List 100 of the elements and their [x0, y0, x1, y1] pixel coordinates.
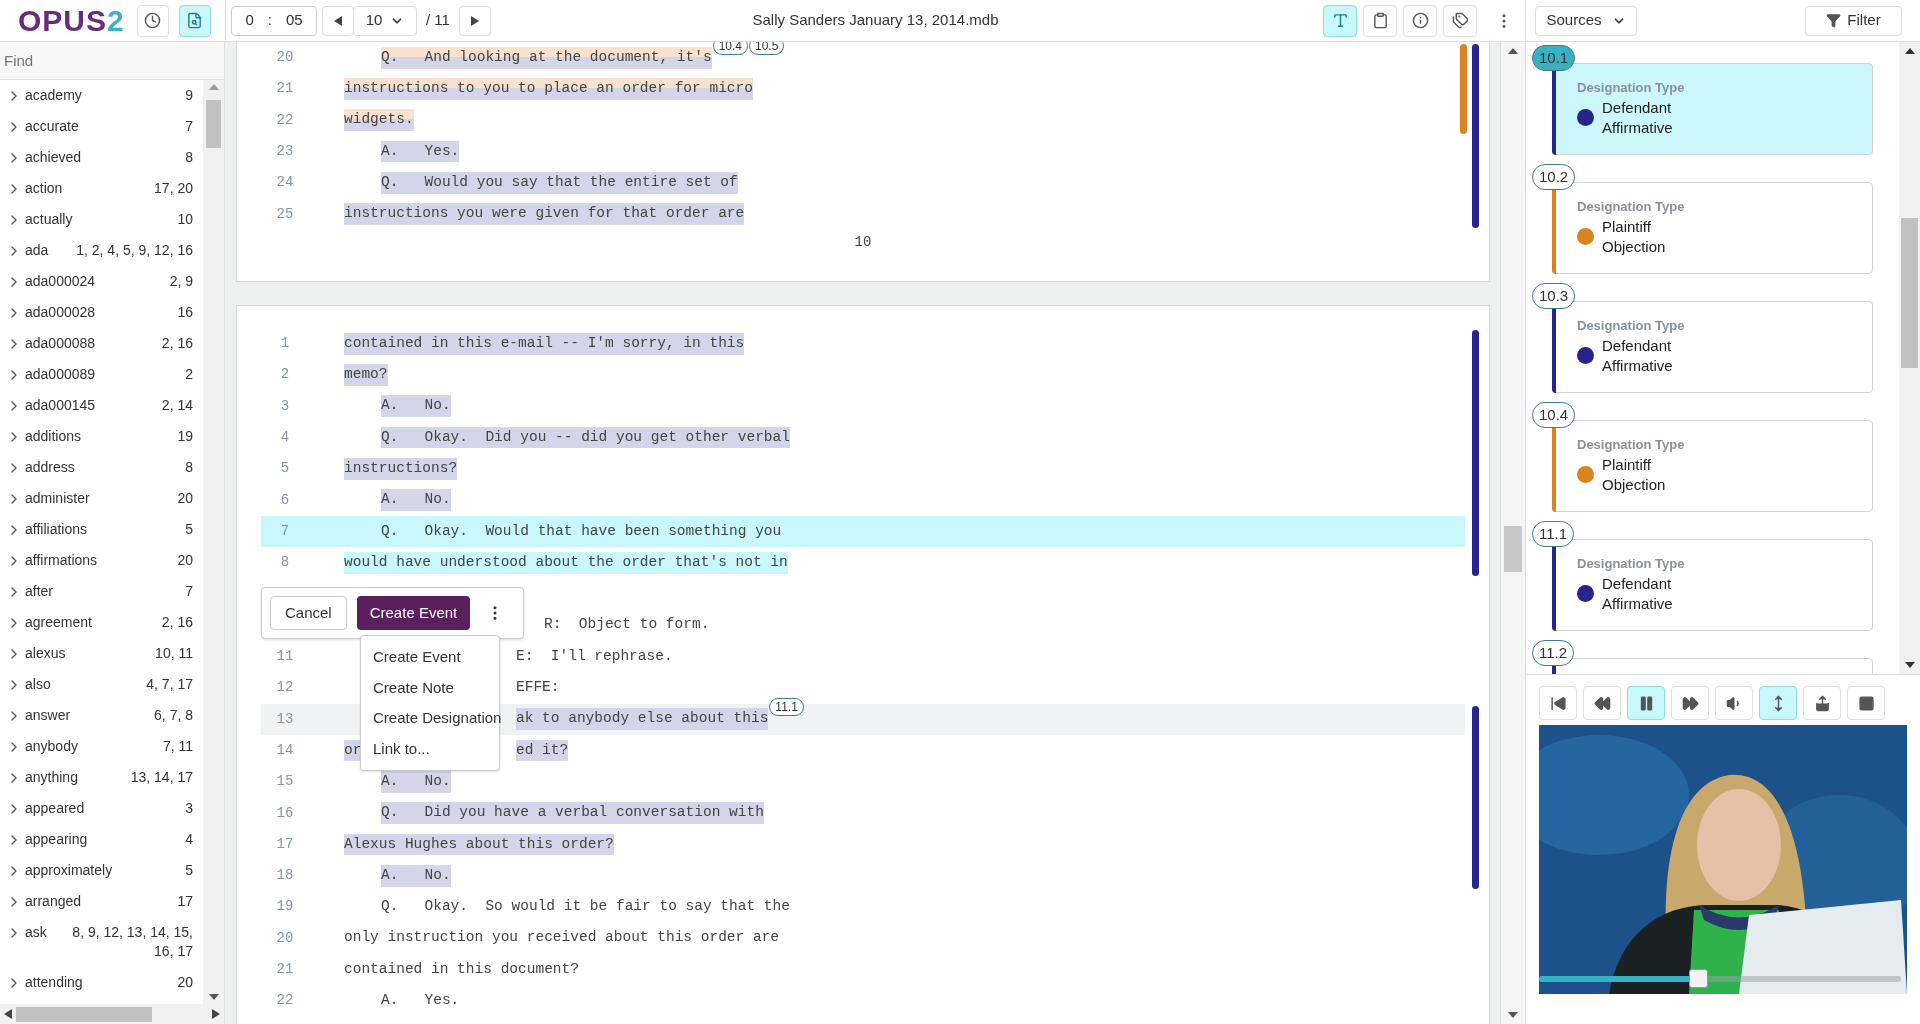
page-total: / 11 — [426, 10, 450, 31]
scrollbar[interactable] — [203, 80, 224, 1004]
designation-number[interactable]: 10.3 — [1532, 283, 1576, 309]
scroll-down-icon[interactable] — [1508, 1012, 1518, 1018]
designation-card[interactable]: Designation Type Plaintiff Objection — [1552, 420, 1873, 512]
index-word[interactable]: address — [25, 458, 75, 477]
page-numbers: 17 — [176, 892, 193, 911]
index-word[interactable]: accurate — [25, 117, 79, 136]
index-word[interactable]: academy — [25, 86, 82, 105]
index-word[interactable]: alexus — [25, 644, 66, 663]
designation-card[interactable]: Designation Type Defendant Affirmative — [1552, 63, 1873, 155]
menu-item[interactable]: Create Note — [361, 672, 499, 703]
player-button[interactable] — [1715, 686, 1753, 720]
designation-marker[interactable]: 10.4 — [712, 42, 748, 55]
transcript-text: Q. Okay. So would it be fair to say that the — [381, 897, 790, 917]
index-word[interactable]: also — [25, 675, 51, 694]
sources-dropdown[interactable]: Sources — [1535, 5, 1637, 36]
index-word[interactable]: approximately — [25, 861, 113, 880]
find-field[interactable]: Find — [0, 42, 224, 80]
scrollbar[interactable] — [1899, 42, 1920, 674]
cancel-button[interactable]: Cancel — [270, 596, 347, 630]
player-button[interactable] — [1627, 686, 1665, 720]
index-word[interactable]: ada000024 — [25, 272, 96, 291]
history-button[interactable] — [136, 4, 169, 37]
designation-number[interactable]: 11.1 — [1532, 521, 1575, 547]
designation-card[interactable]: Designation Type Defendant Affirmative — [1552, 539, 1873, 631]
search-document-button[interactable] — [178, 4, 211, 37]
designation-card[interactable]: Designation Type Defendant Affirmative — [1552, 301, 1873, 393]
scroll-down-icon[interactable] — [208, 994, 219, 1000]
next-icon — [470, 15, 479, 26]
view-button[interactable] — [1403, 4, 1437, 37]
player-button[interactable] — [1803, 686, 1841, 720]
horizontal-scrollbar[interactable] — [0, 1004, 224, 1024]
index-word[interactable]: ada000088 — [25, 334, 96, 353]
player-button[interactable] — [1671, 686, 1709, 720]
scroll-down-icon[interactable] — [1904, 662, 1915, 668]
index-word[interactable]: achieved — [25, 148, 82, 167]
scrollbar[interactable] — [1500, 42, 1525, 1024]
player-button[interactable] — [1759, 686, 1797, 720]
index-word[interactable]: attending — [25, 973, 83, 992]
index-word[interactable]: ask — [25, 923, 47, 942]
designation-value: Defendant Affirmative — [1602, 335, 1673, 376]
rewind-icon — [1593, 694, 1611, 712]
page-numbers: 13, 14, 17 — [129, 768, 193, 787]
scrollbar-thumb[interactable] — [16, 1006, 152, 1022]
index-word[interactable]: ada000145 — [25, 396, 96, 415]
index-word[interactable]: affiliations — [25, 520, 87, 539]
designation-number[interactable]: 10.4 — [1532, 402, 1576, 428]
menu-item[interactable]: Link to... — [361, 733, 499, 764]
designation-number[interactable]: 10.1 — [1532, 45, 1576, 71]
index-word[interactable]: agreement — [25, 613, 92, 632]
index-word[interactable]: additions — [25, 427, 82, 446]
index-word[interactable]: administer — [25, 489, 90, 508]
page-numbers: 7 — [184, 582, 193, 601]
designation-number[interactable]: 10.2 — [1532, 164, 1576, 190]
index-word[interactable]: arranged — [25, 892, 82, 911]
scroll-up-icon[interactable] — [1904, 48, 1915, 54]
scrollbar-thumb[interactable] — [206, 100, 221, 148]
designation-marker[interactable]: 10.5 — [749, 42, 785, 55]
player-button[interactable] — [1847, 686, 1885, 720]
page-numbers: 1, 2, 4, 5, 9, 12, 16 — [75, 241, 193, 260]
page-select[interactable]: 10 — [353, 5, 417, 36]
transcript-text: A. Yes. — [381, 991, 460, 1010]
menu-item[interactable]: Create Designation — [361, 703, 499, 734]
scrollbar-thumb[interactable] — [1901, 218, 1918, 368]
index-word[interactable]: anything — [25, 768, 78, 787]
view-button[interactable] — [1443, 4, 1477, 37]
transcript-text: A. No. — [381, 489, 451, 511]
transcript-text: Alexus Hughes about this order? — [344, 833, 614, 856]
player-button[interactable] — [1583, 686, 1621, 720]
seek-thumb[interactable] — [1689, 969, 1709, 988]
index-word[interactable]: ada — [25, 241, 49, 260]
time-field[interactable]: 0 : 05 — [231, 5, 317, 36]
index-word[interactable]: after — [25, 582, 53, 601]
filter-button[interactable]: Filter — [1805, 5, 1902, 36]
clock-icon — [144, 12, 162, 29]
next-page-button[interactable] — [458, 5, 491, 36]
index-word[interactable]: answer — [25, 706, 71, 725]
scrollbar-thumb[interactable] — [1504, 526, 1522, 572]
designation-marker[interactable]: 11.1 — [769, 698, 804, 717]
index-word[interactable]: appeared — [25, 799, 85, 818]
index-word[interactable]: actually — [25, 210, 73, 229]
create-event-button[interactable]: Create Event — [356, 596, 471, 630]
index-word[interactable]: ada000028 — [25, 303, 96, 322]
transcript-text: ed it? — [516, 739, 569, 762]
line-number: 5 — [280, 459, 290, 479]
index-word[interactable]: affirmations — [25, 551, 98, 570]
index-word[interactable]: appearing — [25, 830, 88, 849]
designation-card[interactable]: Designation Type Plaintiff Objection — [1552, 182, 1873, 274]
index-word[interactable]: anybody — [25, 737, 78, 756]
menu-item[interactable]: Create Event — [361, 642, 499, 673]
view-button[interactable] — [1363, 4, 1397, 37]
view-button[interactable] — [1323, 4, 1357, 37]
designation-number[interactable]: 11.2 — [1532, 640, 1575, 666]
index-word[interactable]: action — [25, 179, 63, 198]
seek-slider[interactable] — [1539, 969, 1901, 989]
scroll-up-icon[interactable] — [1508, 48, 1518, 54]
index-word[interactable]: ada000089 — [25, 365, 96, 384]
info-icon — [1411, 12, 1429, 29]
player-button[interactable] — [1539, 686, 1577, 720]
